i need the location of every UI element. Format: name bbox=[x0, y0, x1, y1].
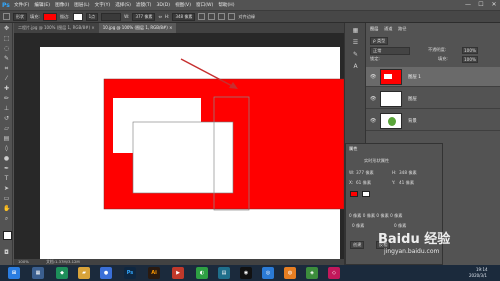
prop-x-label: X: bbox=[349, 180, 354, 185]
history-panel-icon[interactable]: ▦ bbox=[352, 27, 359, 34]
prop-width-field[interactable]: 377 像素 bbox=[356, 170, 374, 176]
visibility-eye-icon[interactable]: 👁 bbox=[370, 96, 376, 102]
document-size: 文档:1.37M/3.12M bbox=[46, 259, 80, 264]
app-icon-2[interactable]: ● bbox=[100, 267, 112, 279]
prop-x-field[interactable]: 61 像素 bbox=[356, 180, 371, 186]
prop-y-label: Y: bbox=[392, 180, 396, 185]
layer-filter-select[interactable]: ρ 类型 bbox=[370, 37, 389, 45]
layer-thumbnail bbox=[380, 91, 402, 107]
prop-y-field[interactable]: 41 像素 bbox=[399, 180, 414, 186]
app-icon-8[interactable]: ◇ bbox=[328, 267, 340, 279]
clock-time: 19:14 bbox=[476, 267, 488, 272]
prop-stroke-swatch[interactable] bbox=[362, 191, 370, 197]
task-view-icon[interactable]: ▦ bbox=[32, 267, 44, 279]
brush-panel-icon[interactable]: ✎ bbox=[352, 51, 359, 58]
properties-subtitle: 实时形状属性 bbox=[364, 158, 390, 163]
folder-icon[interactable]: ▰ bbox=[78, 267, 90, 279]
layer-name[interactable]: 背景 bbox=[408, 118, 417, 124]
layer-row[interactable]: 👁 图层 bbox=[366, 89, 500, 109]
layer-name[interactable]: 图层 1 bbox=[408, 74, 421, 80]
illustrator-taskbar-icon[interactable]: Ai bbox=[148, 267, 160, 279]
browser-icon[interactable]: ◎ bbox=[262, 267, 274, 279]
qq-icon[interactable]: ◉ bbox=[240, 267, 252, 279]
opacity-label: 不透明度: bbox=[428, 47, 447, 52]
app-icon-3[interactable]: ▶ bbox=[172, 267, 184, 279]
layer-row[interactable]: 👁 图层 1 bbox=[366, 67, 500, 87]
tab-paths[interactable]: 路径 bbox=[398, 26, 406, 32]
properties-panel-icon[interactable]: ☰ bbox=[352, 39, 359, 46]
layer-thumbnail bbox=[380, 113, 402, 129]
tab-layers[interactable]: 图层 bbox=[370, 26, 378, 32]
white-rectangle-2 bbox=[132, 121, 234, 194]
taskbar: ⊞ ▦ ◆ ▰ ● Ps Ai ▶ ◐ ▤ ◉ ◎ ◍ ◈ ◇ 19:14 20… bbox=[0, 265, 500, 281]
character-panel-icon[interactable]: A bbox=[352, 63, 359, 70]
watermark: Baidu 经验 jingyan.baidu.com bbox=[378, 228, 483, 258]
layer-row[interactable]: 👁 背景 bbox=[366, 111, 500, 131]
app-icon-6[interactable]: ◍ bbox=[284, 267, 296, 279]
fill-label: 填充: bbox=[438, 56, 448, 61]
layer-thumbnail bbox=[380, 69, 402, 85]
create-button[interactable]: 创建 bbox=[350, 241, 365, 249]
visibility-eye-icon[interactable]: 👁 bbox=[370, 74, 376, 80]
layers-panel: 图层 通道 路径 ρ 类型 正常 不透明度: 100% 锁定: 填充: 100%… bbox=[365, 23, 500, 143]
blend-mode-select[interactable]: 正常 bbox=[370, 47, 410, 55]
opacity-field[interactable]: 100% bbox=[462, 47, 478, 54]
prop-fill-swatch[interactable] bbox=[350, 191, 358, 197]
app-icon-1[interactable]: ◆ bbox=[56, 267, 68, 279]
zoom-level[interactable]: 100% bbox=[18, 259, 29, 264]
app-icon-4[interactable]: ◐ bbox=[196, 267, 208, 279]
clock-date: 2020/3/1 bbox=[469, 273, 487, 278]
corner-radius-a[interactable]: 0 像素 bbox=[352, 223, 364, 229]
watermark-url: jingyan.baidu.com bbox=[384, 248, 440, 255]
prop-width-label: W: bbox=[349, 170, 355, 175]
visibility-eye-icon[interactable]: 👁 bbox=[370, 118, 376, 124]
tab-channels[interactable]: 通道 bbox=[384, 26, 392, 32]
properties-title: 属性 bbox=[349, 146, 358, 151]
fill-field[interactable]: 100% bbox=[462, 56, 478, 63]
corner-radius-values: 0 像素 0 像素 0 像素 0 像素 bbox=[349, 213, 403, 218]
lock-label: 锁定: bbox=[370, 56, 380, 61]
prop-height-field[interactable]: 348 像素 bbox=[399, 170, 417, 176]
photoshop-taskbar-icon[interactable]: Ps bbox=[124, 267, 136, 279]
app-icon-5[interactable]: ▤ bbox=[218, 267, 230, 279]
start-button[interactable]: ⊞ bbox=[8, 267, 20, 279]
prop-height-label: H: bbox=[392, 170, 397, 175]
watermark-brand: Baidu 经验 bbox=[378, 232, 451, 247]
layer-name[interactable]: 图层 bbox=[408, 96, 417, 102]
app-icon-7[interactable]: ◈ bbox=[306, 267, 318, 279]
